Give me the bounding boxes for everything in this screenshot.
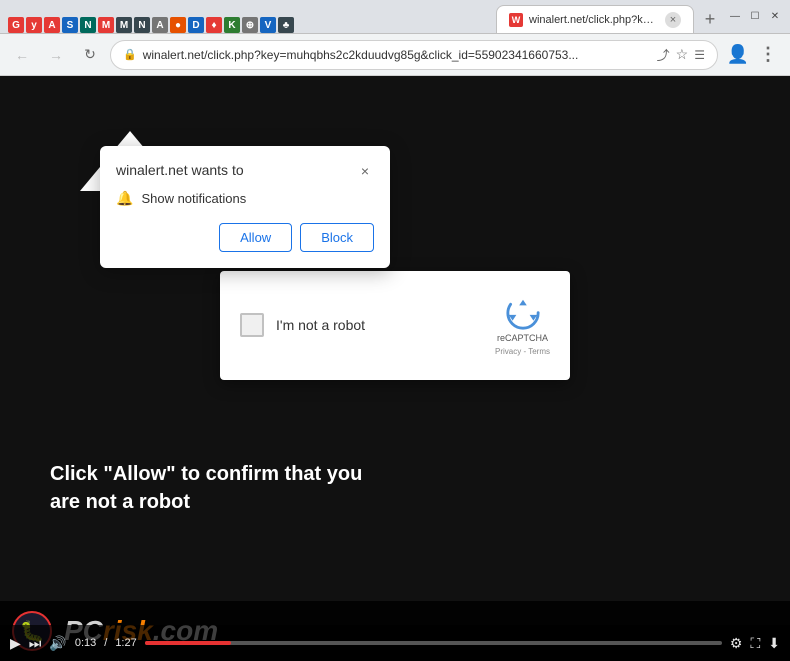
nav-actions: 👤 ⋮ <box>724 41 782 69</box>
popup-close-button[interactable]: × <box>356 162 374 180</box>
favicon-icon: A <box>152 17 168 33</box>
tab-strip: GyASNMMNA●D♦K⊕V♣ W winalert.net/click.ph… <box>8 0 724 33</box>
cast-icon: ☰ <box>694 48 705 62</box>
favicon-icon: y <box>26 17 42 33</box>
skip-button[interactable]: ⏭ <box>29 635 42 652</box>
time-separator: / <box>104 637 107 649</box>
window-controls: — ☐ ✕ <box>728 10 782 24</box>
download-button[interactable]: ⬇ <box>768 635 780 652</box>
lock-icon: 🔒 <box>123 48 137 61</box>
reload-button[interactable]: ↻ <box>76 41 104 69</box>
page-background: Click "Allow" to confirm that youare not… <box>0 76 790 661</box>
nav-bar: ← → ↻ 🔒 winalert.net/click.php?key=muhqb… <box>0 34 790 76</box>
video-controls-bar: ▶ ⏭ 🔊 0:13 / 1:27 ⚙ ⛶ ⬇ <box>0 625 790 661</box>
address-bar[interactable]: 🔒 winalert.net/click.php?key=muhqbhs2c2k… <box>110 40 718 70</box>
favicon-icon: M <box>98 17 114 33</box>
recaptcha-privacy-link[interactable]: Privacy <box>495 347 521 356</box>
play-button[interactable]: ▶ <box>10 635 21 652</box>
popup-buttons: Allow Block <box>116 223 374 252</box>
recaptcha-label: I'm not a robot <box>276 317 483 333</box>
popup-body: 🔔 Show notifications <box>116 190 374 207</box>
menu-button[interactable]: ⋮ <box>754 41 782 69</box>
favicon-icon: ♣ <box>278 17 294 33</box>
favicon-icon: D <box>188 17 204 33</box>
tab-icons: GyASNMMNA●D♦K⊕V♣ <box>8 17 494 33</box>
favicon-icon: N <box>134 17 150 33</box>
share-icon: ⤴ <box>657 45 670 64</box>
time-total: 1:27 <box>115 637 136 649</box>
back-button[interactable]: ← <box>8 41 36 69</box>
recaptcha-icon <box>505 295 541 331</box>
favicon-icon: ♦ <box>206 17 222 33</box>
maximize-button[interactable]: ☐ <box>748 10 762 24</box>
popup-header: winalert.net wants to × <box>116 162 374 180</box>
video-progress-bar[interactable] <box>145 641 722 645</box>
profile-button[interactable]: 👤 <box>724 41 752 69</box>
video-progress-fill <box>145 641 232 645</box>
new-tab-button[interactable]: + <box>696 5 724 33</box>
bookmark-icon[interactable]: ☆ <box>676 46 689 63</box>
instruction-text: Click "Allow" to confirm that youare not… <box>50 463 362 513</box>
browser-content: Click "Allow" to confirm that youare not… <box>0 76 790 661</box>
title-bar: GyASNMMNA●D♦K⊕V♣ W winalert.net/click.ph… <box>0 0 790 34</box>
recaptcha-checkbox[interactable] <box>240 313 264 337</box>
url-text: winalert.net/click.php?key=muhqbhs2c2kdu… <box>143 48 651 62</box>
time-current: 0:13 <box>75 637 96 649</box>
active-tab[interactable]: W winalert.net/click.php?key=muhqbhs2c2k… <box>496 5 694 33</box>
recaptcha-card: I'm not a robot reCAPTCHA Privacy - Term… <box>220 271 570 380</box>
recaptcha-brand-text: reCAPTCHA <box>497 333 548 345</box>
favicon-icon: ⊕ <box>242 17 258 33</box>
recaptcha-terms-link[interactable]: Terms <box>528 347 550 356</box>
close-button[interactable]: ✕ <box>768 10 782 24</box>
forward-button[interactable]: → <box>42 41 70 69</box>
favicon-icon: N <box>80 17 96 33</box>
favicon-icon: G <box>8 17 24 33</box>
notification-popup: winalert.net wants to × 🔔 Show notificat… <box>100 146 390 268</box>
browser-window: GyASNMMNA●D♦K⊕V♣ W winalert.net/click.ph… <box>0 0 790 661</box>
popup-description: Show notifications <box>141 191 246 206</box>
fullscreen-button[interactable]: ⛶ <box>750 635 760 652</box>
settings-button[interactable]: ⚙ <box>730 635 743 652</box>
favicon-icon: K <box>224 17 240 33</box>
tab-close-button[interactable]: × <box>665 12 681 28</box>
minimize-button[interactable]: — <box>728 10 742 24</box>
recaptcha-policy-links: Privacy - Terms <box>495 347 550 356</box>
active-tab-favicon: W <box>509 13 523 27</box>
favicon-icon: ● <box>170 17 186 33</box>
page-instruction-text: Click "Allow" to confirm that youare not… <box>50 460 362 516</box>
popup-title: winalert.net wants to <box>116 162 244 178</box>
bell-icon: 🔔 <box>116 190 133 207</box>
video-right-controls: ⚙ ⛶ ⬇ <box>730 635 780 652</box>
volume-button[interactable]: 🔊 <box>49 635 66 652</box>
block-button[interactable]: Block <box>300 223 374 252</box>
favicon-icon: M <box>116 17 132 33</box>
allow-button[interactable]: Allow <box>219 223 292 252</box>
active-tab-title: winalert.net/click.php?key=muhqbhs2c2kdu… <box>529 14 659 26</box>
favicon-icon: S <box>62 17 78 33</box>
recaptcha-logo: reCAPTCHA Privacy - Terms <box>495 295 550 356</box>
favicon-icon: V <box>260 17 276 33</box>
favicon-icon: A <box>44 17 60 33</box>
